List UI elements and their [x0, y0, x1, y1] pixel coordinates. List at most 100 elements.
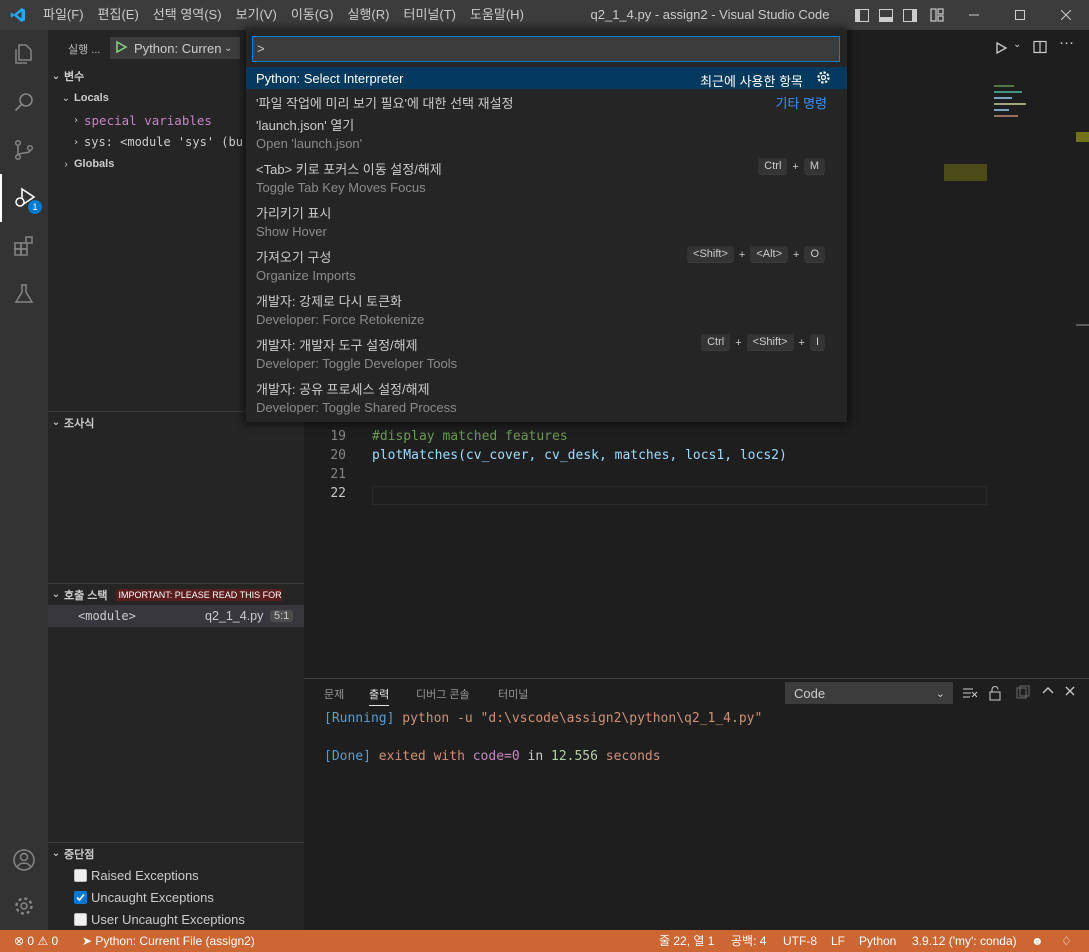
done-text: exited with	[378, 749, 465, 764]
command-label: 가져오기 구성	[256, 250, 332, 265]
menu-terminal[interactable]: 터미널(T)	[396, 0, 462, 30]
problems-status[interactable]: ⊗ 0 ⚠ 0	[14, 930, 58, 952]
command-item[interactable]: 'launch.json' 열기 Open 'launch.json'	[246, 111, 847, 155]
customize-layout-icon[interactable]	[930, 8, 944, 22]
testing-icon[interactable]	[0, 270, 48, 318]
breakpoint-uncaught-exceptions[interactable]: Uncaught Exceptions	[48, 886, 304, 908]
status-bar: ⊗ 0 ⚠ 0 ➤ Python: Current File (assign2)…	[0, 930, 1089, 952]
tab-debug-console[interactable]: 디버그 콘솔	[416, 686, 470, 706]
maximize-panel-icon[interactable]	[1042, 685, 1054, 700]
key: I	[809, 334, 825, 351]
done-text: seconds	[605, 749, 661, 764]
menu-go[interactable]: 이동(G)	[284, 0, 341, 30]
command-palette-input[interactable]: >	[252, 36, 840, 62]
start-debugging-icon[interactable]	[114, 40, 128, 57]
breakpoints-title: 중단점	[64, 848, 95, 861]
command-item[interactable]: 개발자: 공유 프로세스 설정/해제 Developer: Toggle Sha…	[246, 375, 847, 419]
tab-terminal[interactable]: 터미널	[498, 686, 528, 706]
command-item[interactable]: '파일 작업에 미리 보기 필요'에 대한 선택 재설정 기타 명령	[246, 89, 847, 111]
breakpoint-label: User Uncaught Exceptions	[91, 911, 245, 927]
command-palette: > Python: Select Interpreter 최근에 사용한 항목 …	[246, 30, 847, 422]
lock-scroll-icon[interactable]	[988, 685, 1002, 704]
title-bar: 파일(F) 편집(E) 선택 영역(S) 보기(V) 이동(G) 실행(R) 터…	[0, 0, 1089, 30]
notifications-bell-icon[interactable]: ♢	[1061, 930, 1072, 952]
menu-edit[interactable]: 편집(E)	[91, 0, 146, 30]
minimize-button[interactable]	[951, 0, 997, 30]
run-python-file-icon[interactable]	[994, 41, 1008, 58]
scrollbar-line	[1076, 324, 1089, 326]
cursor-position[interactable]: 줄 22, 열 1	[659, 930, 714, 952]
callstack-notice[interactable]: IMPORTANT: PLEASE READ THIS FOR A...	[115, 588, 282, 601]
run-debug-icon[interactable]: 1	[0, 174, 48, 222]
key: <Shift>	[746, 334, 794, 351]
accounts-icon[interactable]	[0, 836, 48, 884]
split-editor-icon[interactable]	[1033, 40, 1047, 57]
debug-config-status[interactable]: ➤ Python: Current File (assign2)	[82, 930, 255, 952]
language-mode[interactable]: Python	[859, 930, 896, 952]
keybinding: <Shift> + <Alt> + O	[685, 246, 827, 263]
configure-keybinding-gear-icon[interactable]	[816, 70, 831, 88]
checkbox[interactable]	[74, 912, 87, 926]
checkbox[interactable]	[74, 868, 87, 882]
keybinding: Ctrl + <Shift> + I	[699, 334, 827, 351]
debug-config-select[interactable]: Python: Curren ⌄	[110, 37, 240, 59]
tab-problems[interactable]: 문제	[324, 686, 344, 706]
command-item[interactable]: 가져오기 구성 Organize Imports <Shift> + <Alt> + O	[246, 243, 847, 287]
warning-count: 0	[51, 934, 59, 948]
command-detail: Developer: Toggle Developer Tools	[256, 356, 458, 371]
search-icon[interactable]	[0, 78, 48, 126]
extensions-icon[interactable]	[0, 222, 48, 270]
indentation[interactable]: 공백: 4	[731, 930, 766, 952]
command-detail: Organize Imports	[256, 268, 356, 283]
menu-help[interactable]: 도움말(H)	[463, 0, 531, 30]
command-item[interactable]: 개발자: 개발자 도구 설정/해제 Developer: Toggle Deve…	[246, 331, 847, 375]
chevron-down-icon[interactable]: ⌄	[1013, 39, 1021, 50]
breakpoints-section-header[interactable]: ⌄ 중단점	[48, 842, 304, 864]
running-tag: [Running]	[324, 711, 395, 726]
command-item[interactable]: <Tab> 키로 포커스 이동 설정/해제 Toggle Tab Key Mov…	[246, 155, 847, 199]
explorer-icon[interactable]	[0, 30, 48, 78]
command-label: 개발자: 개발자 도구 설정/해제	[256, 338, 418, 353]
chevron-down-icon: ⌄	[61, 92, 71, 104]
editor-cursor-line	[372, 486, 987, 505]
python-interpreter[interactable]: 3.9.12 ('my': conda)	[912, 930, 1017, 952]
toggle-sidebar-icon[interactable]	[855, 8, 869, 22]
command-item[interactable]: Python: Select Interpreter 최근에 사용한 항목	[246, 67, 847, 89]
keybinding: Ctrl + M	[756, 158, 827, 175]
source-control-icon[interactable]	[0, 126, 48, 174]
toggle-panel-icon[interactable]	[879, 8, 893, 22]
sys-variable-label: sys: <module 'sys' (bu	[84, 135, 243, 149]
done-tag: [Done]	[324, 749, 371, 764]
menu-view[interactable]: 보기(V)	[229, 0, 284, 30]
checkbox-checked[interactable]	[74, 890, 87, 904]
breakpoint-raised-exceptions[interactable]: Raised Exceptions	[48, 864, 304, 886]
command-detail: Toggle Tab Key Moves Focus	[256, 180, 426, 195]
vscode-logo-icon	[0, 0, 36, 30]
tab-output[interactable]: 출력	[369, 686, 390, 706]
breakpoint-user-uncaught-exceptions[interactable]: User Uncaught Exceptions	[48, 908, 304, 930]
command-item[interactable]: 개발자: 강제로 다시 토큰화 Developer: Force Retoken…	[246, 287, 847, 331]
menu-file[interactable]: 파일(F)	[36, 0, 91, 30]
recently-used-label: 최근에 사용한 항목	[700, 74, 803, 89]
settings-gear-icon[interactable]	[0, 882, 48, 930]
end-of-line[interactable]: LF	[831, 930, 845, 952]
close-window-button[interactable]	[1043, 0, 1089, 30]
encoding[interactable]: UTF-8	[783, 930, 817, 952]
stack-frame-row[interactable]: <module> q2_1_4.py 5:1	[48, 605, 304, 627]
clear-output-icon[interactable]	[962, 686, 978, 703]
command-item[interactable]: 가리키기 표시 Show Hover	[246, 199, 847, 243]
menu-run[interactable]: 실행(R)	[341, 0, 397, 30]
chevron-down-icon: ⌄	[51, 848, 61, 859]
maximize-button[interactable]	[997, 0, 1043, 30]
toggle-secondary-sidebar-icon[interactable]	[903, 8, 917, 22]
done-time: 12.556	[551, 749, 598, 764]
debug-config-name: Python: Curren	[134, 40, 222, 56]
callstack-section-header[interactable]: ⌄ 호출 스택 IMPORTANT: PLEASE READ THIS FOR A…	[48, 583, 304, 605]
feedback-icon[interactable]: ☻	[1031, 930, 1044, 952]
output-source-select[interactable]: Code ⌄	[785, 682, 953, 704]
close-panel-icon[interactable]	[1064, 685, 1076, 700]
more-actions-icon[interactable]: ···	[1059, 34, 1074, 51]
menu-selection[interactable]: 선택 영역(S)	[146, 0, 229, 30]
key: <Shift>	[687, 246, 734, 263]
stack-frame-file: q2_1_4.py	[205, 609, 264, 623]
